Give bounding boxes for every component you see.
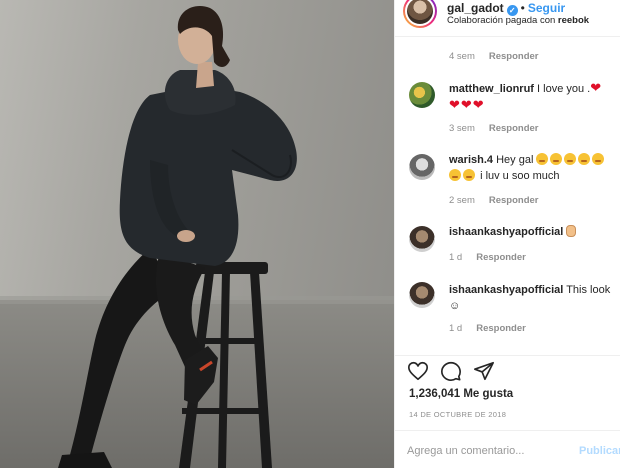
likes-count[interactable]: 1,236,041 Me gusta xyxy=(409,388,513,400)
comment-time: 3 sem xyxy=(449,123,475,134)
comment-time: 4 sem xyxy=(449,51,475,62)
comment-text: This look xyxy=(566,284,611,296)
commenter-avatar[interactable] xyxy=(409,282,435,308)
comment-item: ishaankashyapofficial xyxy=(449,224,617,240)
comment-input[interactable] xyxy=(407,441,567,461)
comment-bubble-icon[interactable] xyxy=(440,360,462,382)
reply-button[interactable]: Responder xyxy=(489,123,539,134)
comment-text: I love you . xyxy=(537,83,591,95)
comment-meta: 2 sem Responder xyxy=(449,195,539,206)
comment-time: 1 d xyxy=(449,323,463,334)
post-side-panel: gal_gadot ✓ • Seguir Colaboración pagada co… xyxy=(394,0,620,468)
heart-emoji-icon: ❤ xyxy=(590,80,603,95)
comment-username[interactable]: ishaankashyapofficial xyxy=(449,226,563,238)
publish-button[interactable]: Publicar xyxy=(579,445,620,457)
paid-partner-link[interactable]: reebok xyxy=(558,15,589,26)
post-photo[interactable] xyxy=(0,0,394,468)
separator-dot: • xyxy=(520,1,525,15)
post-header: gal_gadot ✓ • Seguir Colaboración pagada co… xyxy=(395,0,620,36)
post-date: 14 DE OCTUBRE DE 2018 xyxy=(409,410,507,419)
reply-button[interactable]: Responder xyxy=(489,51,539,62)
post-actions-bar xyxy=(395,356,620,386)
paid-partnership-prefix: Colaboración pagada con xyxy=(447,15,556,26)
comment-meta: 4 sem Responder xyxy=(449,51,539,62)
add-comment-bar: Publicar xyxy=(395,430,620,468)
emoji-kiss-icon xyxy=(536,153,606,166)
comment-item: ishaankashyapofficial This look ☺ xyxy=(449,282,617,314)
comment-username[interactable]: warish.4 xyxy=(449,154,493,166)
commenter-avatar[interactable] xyxy=(409,226,435,252)
comment-time: 1 d xyxy=(449,252,463,263)
like-heart-icon[interactable] xyxy=(407,360,429,382)
share-plane-icon[interactable] xyxy=(473,360,495,382)
post-photo-illustration xyxy=(0,6,394,468)
hearts-emoji-icon: ❤❤❤ xyxy=(449,97,485,112)
author-avatar[interactable] xyxy=(403,0,437,28)
follow-button[interactable]: Seguir xyxy=(528,1,565,15)
comment-time: 2 sem xyxy=(449,195,475,206)
smile-emoji-icon: ☺ xyxy=(449,300,461,312)
comment-item: matthew_lionruf I love you .❤ ❤❤❤ xyxy=(449,80,617,114)
comment-item: warish.4 Hey gal i luv u soo much xyxy=(449,152,617,184)
reply-button[interactable]: Responder xyxy=(476,252,526,263)
commenter-avatar[interactable] xyxy=(409,82,435,108)
comment-meta: 3 sem Responder xyxy=(449,123,539,134)
comment-text: Hey gal xyxy=(496,154,534,166)
comment-meta: 1 d Responder xyxy=(449,323,526,334)
hand-emoji-icon xyxy=(566,225,577,237)
comment-text: i luv u soo much xyxy=(480,170,560,182)
comments-list[interactable]: 4 sem Responder matthew_lionruf I love yo… xyxy=(395,37,620,355)
comment-username[interactable]: matthew_lionruf xyxy=(449,83,534,95)
paid-partnership-line: Colaboración pagada con reebok xyxy=(447,15,589,26)
commenter-avatar[interactable] xyxy=(409,154,435,180)
reply-button[interactable]: Responder xyxy=(489,195,539,206)
emoji-kiss-icon xyxy=(449,169,477,182)
comment-username[interactable]: ishaankashyapofficial xyxy=(449,284,563,296)
author-username[interactable]: gal_gadot xyxy=(447,1,504,15)
reply-button[interactable]: Responder xyxy=(476,323,526,334)
comment-meta: 1 d Responder xyxy=(449,252,526,263)
